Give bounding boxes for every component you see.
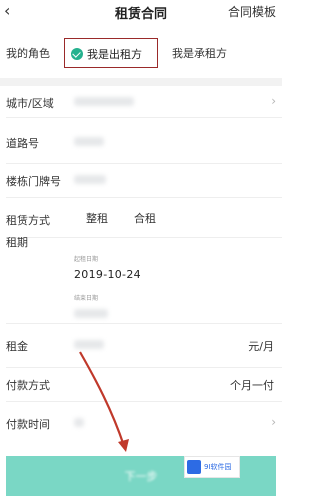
chevron-right-icon: ›: [271, 94, 276, 108]
rent-label: 租金: [6, 340, 28, 353]
building-row[interactable]: 楼栋门牌号: [0, 164, 282, 198]
landlord-option-label: 我是出租方: [87, 48, 142, 61]
payment-method-row[interactable]: 付款方式 个月一付: [0, 368, 282, 402]
payment-method-value: 个月一付: [230, 379, 274, 392]
whole-rent-option[interactable]: 整租: [86, 210, 108, 226]
rent-unit: 元/月: [248, 340, 274, 353]
payment-time-row[interactable]: 付款时间 ›: [0, 402, 282, 444]
rent-row[interactable]: 租金 元/月: [0, 324, 282, 368]
end-date-caption: 结束日期: [74, 295, 99, 302]
watermark-badge-icon: [187, 460, 201, 474]
city-row[interactable]: 城市/区域 ›: [0, 86, 282, 118]
road-value[interactable]: [74, 137, 104, 146]
payment-time-value: [74, 418, 84, 427]
rent-type-row: 租赁方式 整租 合租: [0, 198, 282, 238]
lease-period-label: 租期: [6, 236, 28, 249]
site-watermark-logo: 9I软件园: [184, 456, 240, 478]
rent-type-label: 租赁方式: [6, 214, 50, 227]
payment-time-label: 付款时间: [6, 418, 50, 431]
road-row[interactable]: 道路号: [0, 118, 282, 164]
end-date-value[interactable]: [74, 309, 108, 318]
section-gap: [0, 78, 282, 86]
road-label: 道路号: [6, 137, 39, 150]
start-date-caption: 起租日期: [74, 256, 99, 263]
landlord-option[interactable]: 我是出租方: [64, 38, 158, 68]
building-label: 楼栋门牌号: [6, 175, 61, 188]
city-label: 城市/区域: [6, 97, 54, 110]
city-value: [74, 97, 134, 106]
payment-method-label: 付款方式: [6, 379, 50, 392]
top-bar: ‹ 租赁合同 合同模板: [0, 0, 282, 24]
check-circle-icon: [71, 48, 83, 60]
role-row: 我的角色 我是出租方 我是承租方: [0, 24, 282, 78]
chevron-right-icon: ›: [271, 415, 276, 429]
contract-template-button[interactable]: 合同模板: [228, 3, 276, 20]
tenant-option[interactable]: 我是承租方: [172, 45, 227, 61]
start-date-value[interactable]: 2019-10-24: [74, 268, 141, 281]
role-label: 我的角色: [6, 47, 50, 60]
building-value[interactable]: [74, 175, 106, 184]
rent-value[interactable]: [74, 340, 104, 349]
watermark-text: 9I软件园: [204, 463, 232, 471]
shared-rent-option[interactable]: 合租: [134, 210, 156, 226]
lease-period-row[interactable]: 租期 起租日期 2019-10-24 结束日期: [0, 236, 282, 324]
